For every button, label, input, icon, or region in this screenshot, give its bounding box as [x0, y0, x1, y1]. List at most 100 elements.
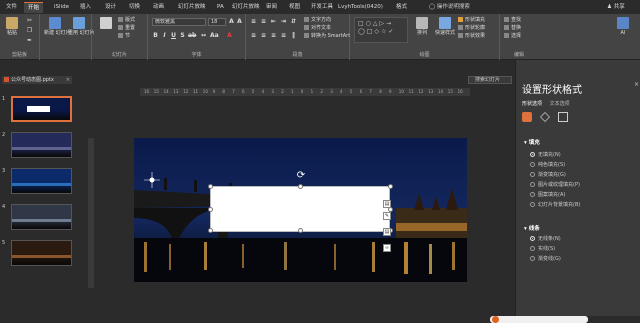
tab-text-options[interactable]: 文本选项 — [550, 101, 570, 107]
bold-icon[interactable]: B — [152, 32, 159, 39]
tab-transitions[interactable]: 切换 — [125, 2, 144, 13]
smartart-button[interactable]: 转换为 SmartArt — [304, 33, 350, 40]
slide-thumbnail[interactable] — [11, 96, 72, 122]
format-shape-icon[interactable]: ✎ — [383, 212, 391, 220]
text-direction-button[interactable]: 文字方向 — [304, 17, 331, 24]
new-slide-2-button[interactable] — [96, 17, 116, 29]
tab-insert[interactable]: 插入 — [76, 2, 95, 13]
bullets-icon[interactable]: ≡ — [250, 18, 257, 25]
shrink-font-icon[interactable]: A — [236, 18, 243, 25]
resize-handle-left[interactable] — [208, 207, 213, 212]
size-properties-icon[interactable] — [558, 112, 568, 122]
radio-option[interactable]: 实线(S) — [530, 246, 555, 253]
shape-outline-button[interactable]: 形状轮廓 — [458, 25, 485, 32]
tab-lvyhtools[interactable]: LvyhTools(0420) — [334, 2, 387, 13]
slide-thumbnail[interactable] — [11, 168, 72, 194]
radio-option[interactable]: 图案填充(A) — [530, 192, 565, 199]
tab-view[interactable]: 视图 — [285, 2, 304, 13]
change-case-icon[interactable]: Aa — [210, 32, 219, 39]
align-right-icon[interactable]: ≡ — [270, 32, 277, 39]
slide-thumbnail[interactable] — [11, 132, 72, 158]
fill-line-icon[interactable] — [522, 112, 532, 122]
underline-icon[interactable]: U — [170, 32, 177, 39]
radio-option[interactable]: 纯色填充(S) — [530, 162, 565, 169]
radio-option[interactable]: 图片或纹理填充(P) — [530, 182, 580, 189]
replace-button[interactable]: 替换 — [504, 25, 521, 32]
strikethrough-icon[interactable]: ab — [188, 32, 196, 39]
selected-text-box[interactable] — [208, 184, 393, 233]
tab-file[interactable]: 文件 — [2, 2, 21, 13]
find-button[interactable]: 查找 — [504, 17, 521, 24]
paste-button[interactable]: 粘贴 — [3, 17, 21, 36]
shadow-icon[interactable]: S — [179, 32, 186, 39]
layout-options-2-icon[interactable]: ▤ — [383, 228, 391, 236]
font-color-icon[interactable]: A — [226, 32, 233, 39]
shapes-gallery[interactable]: □○△▷→ ◯□◇☆✓ — [354, 17, 408, 43]
layout-button[interactable]: 版式 — [118, 17, 135, 24]
tab-home[interactable]: 开始 — [24, 2, 44, 13]
align-center-icon[interactable]: ≡ — [260, 32, 267, 39]
select-button[interactable]: 选择 — [504, 33, 521, 40]
sogou-ime-icon[interactable] — [492, 316, 499, 323]
close-tab-icon[interactable]: × — [66, 76, 70, 84]
tab-pa[interactable]: PA — [213, 2, 228, 13]
slide-search-input[interactable]: 搜索幻灯片 — [468, 76, 512, 84]
radio-option[interactable]: 渐变线(G) — [530, 256, 561, 263]
line-spacing-icon[interactable]: ⇵ — [290, 18, 297, 25]
tab-format[interactable]: 格式 — [392, 2, 411, 13]
align-text-button[interactable]: 对齐文本 — [304, 25, 331, 32]
quick-styles-button[interactable]: 快速样式 — [434, 17, 456, 36]
arrange-button[interactable]: 排列 — [412, 17, 432, 36]
reset-button[interactable]: 重置 — [118, 25, 135, 32]
slide-thumbnail[interactable] — [11, 240, 72, 266]
copy-icon[interactable]: ❐ — [26, 27, 33, 34]
radio-option[interactable]: 无填充(N) — [530, 152, 561, 159]
tab-design[interactable]: 设计 — [101, 2, 120, 13]
reuse-slide-button[interactable]: 重用 幻灯片 — [68, 17, 95, 36]
increase-indent-icon[interactable]: ⇥ — [280, 18, 287, 25]
italic-icon[interactable]: I — [161, 32, 168, 39]
spacing-icon[interactable]: ↔ — [200, 32, 207, 39]
tell-me-search[interactable]: ◯ 操作说明搜索 — [429, 2, 470, 13]
close-icon[interactable]: × — [634, 81, 639, 88]
section-button[interactable]: 节 — [118, 33, 130, 40]
format-painter-icon[interactable]: ✒ — [26, 37, 33, 44]
tab-shape-options[interactable]: 形状选项 — [522, 101, 542, 107]
tab-developer[interactable]: 开发工具 — [307, 2, 337, 13]
font-size-select[interactable]: 18 — [208, 18, 226, 26]
radio-option[interactable]: 幻灯片背景填充(B) — [530, 202, 580, 209]
tab-review[interactable]: 审阅 — [262, 2, 281, 13]
align-left-icon[interactable]: ≡ — [250, 32, 257, 39]
cut-icon[interactable]: ✂ — [26, 17, 33, 24]
resize-handle-top-right[interactable] — [388, 184, 393, 189]
fill-section-header[interactable]: ▾ 填充 — [524, 138, 540, 146]
ai-button[interactable]: AI — [612, 17, 634, 36]
numbering-icon[interactable]: ≡ — [260, 18, 267, 25]
shape-fill-button[interactable]: 形状填充 — [458, 17, 485, 24]
effects-pentagon-icon[interactable] — [540, 112, 550, 122]
radio-option[interactable]: 渐变填充(G) — [530, 172, 566, 179]
columns-icon[interactable]: ‖ — [290, 32, 297, 39]
shape-effects-side-icon[interactable]: ∞ — [383, 244, 391, 252]
tab-slideshow[interactable]: 幻灯片放映 — [174, 2, 210, 13]
ime-toolbar[interactable] — [490, 316, 588, 323]
decrease-indent-icon[interactable]: ⇤ — [270, 18, 277, 25]
document-tab[interactable]: 公众号动态图.pptx × — [2, 76, 72, 84]
resize-handle-top-left[interactable] — [208, 184, 213, 189]
shape-effects-button[interactable]: 形状效果 — [458, 33, 485, 40]
resize-handle-bottom[interactable] — [298, 228, 303, 233]
rotate-handle-icon[interactable]: ⟳ — [295, 170, 307, 182]
resize-handle-bottom-left[interactable] — [208, 228, 213, 233]
share-button[interactable]: ♟ 共享 — [607, 2, 625, 13]
layout-options-icon[interactable]: ▤ — [383, 200, 391, 208]
grow-font-icon[interactable]: A — [228, 18, 235, 25]
tab-slideshow-2[interactable]: 幻灯片放映 — [228, 2, 264, 13]
justify-icon[interactable]: ≡ — [280, 32, 287, 39]
tab-animations[interactable]: 动画 — [149, 2, 168, 13]
tab-islide[interactable]: iSlide — [50, 2, 73, 13]
line-section-header[interactable]: ▾ 线条 — [524, 224, 540, 232]
resize-handle-top[interactable] — [298, 184, 303, 189]
font-name-select[interactable]: 微软雅黑 — [152, 18, 206, 26]
radio-option[interactable]: 无线条(N) — [530, 236, 561, 243]
new-slide-button[interactable]: 新建 幻灯片 — [44, 17, 71, 36]
